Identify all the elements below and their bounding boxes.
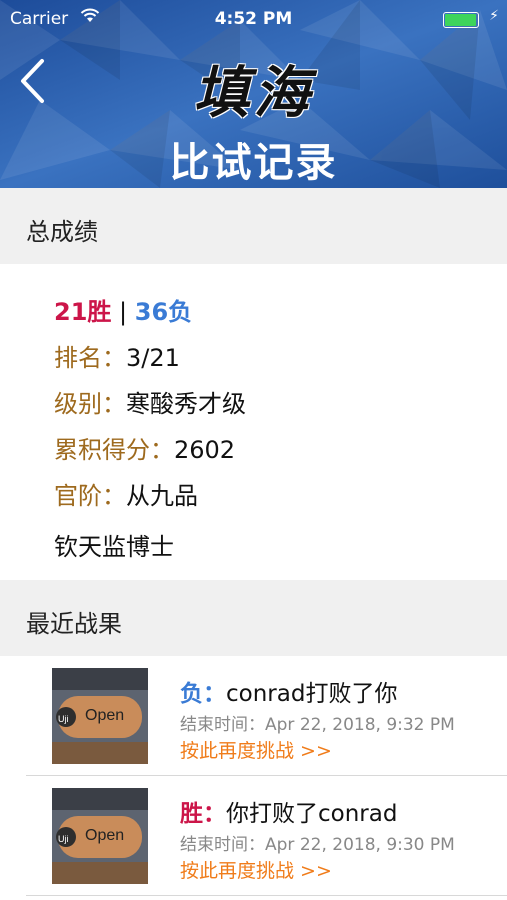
- losses-count: 36负: [134, 298, 193, 326]
- match-result: 负：conrad打败了你: [180, 681, 398, 707]
- grade-label: 官阶：: [54, 482, 126, 510]
- page-title: 比试记录: [169, 140, 338, 186]
- list-item[interactable]: Open Uji 胜：你打败了conrad 结束时间：Apr 22, 2018,…: [0, 776, 507, 896]
- score-row: 累积得分：2602: [54, 430, 235, 465]
- recent-section-header: 最近战果: [0, 580, 507, 656]
- level-row: 级别：寒酸秀才级: [54, 384, 246, 419]
- grade-row: 官阶：从九品: [54, 476, 198, 511]
- recent-heading: 最近战果: [26, 610, 122, 638]
- rechallenge-link[interactable]: 按此再度挑战 >>: [180, 856, 332, 883]
- end-time: 结束时间：Apr 22, 2018, 9:30 PM: [180, 835, 455, 855]
- record-separator: |: [111, 298, 135, 326]
- wins-count: 21胜: [54, 298, 112, 326]
- rank-value: 3/21: [126, 344, 180, 372]
- divider: [26, 895, 507, 896]
- list-item[interactable]: Open Uji 负：conrad打败了你 结束时间：Apr 22, 2018,…: [0, 656, 507, 776]
- level-label: 级别：: [54, 390, 126, 418]
- level-value: 寒酸秀才级: [126, 390, 246, 418]
- result-text: 你打败了conrad: [226, 801, 398, 827]
- charging-icon: ⚡: [489, 8, 499, 24]
- win-loss-record: 21胜 | 36负: [54, 292, 192, 327]
- thumbnail-sign-text: Open: [85, 827, 124, 844]
- rank-row: 排名：3/21: [54, 338, 180, 373]
- app-logo: 填海: [193, 60, 314, 126]
- official-title: 钦天监博士: [54, 533, 174, 561]
- rechallenge-link[interactable]: 按此再度挑战 >>: [180, 736, 332, 763]
- thumbnail-sign-text: Open: [85, 707, 124, 724]
- summary-section-header: 总成绩: [0, 188, 507, 264]
- score-value: 2602: [174, 436, 236, 464]
- battery-icon: [443, 12, 479, 28]
- opponent-thumbnail: Open Uji: [52, 668, 148, 764]
- clock: 4:52 PM: [214, 9, 293, 29]
- summary-heading: 总成绩: [26, 218, 98, 246]
- rank-label: 排名：: [54, 344, 126, 372]
- grade-value: 从九品: [126, 482, 198, 510]
- status-bar: Carrier 4:52 PM ⚡: [0, 0, 507, 36]
- end-time: 结束时间：Apr 22, 2018, 9:32 PM: [180, 715, 455, 735]
- nav-header: Carrier 4:52 PM ⚡ 填海 比试记录: [0, 0, 507, 188]
- result-text: conrad打败了你: [226, 681, 398, 707]
- thumbnail-brand-text: Uji: [58, 834, 69, 844]
- thumbnail-brand-text: Uji: [58, 714, 69, 724]
- result-badge: 负: [180, 681, 203, 707]
- score-label: 累积得分：: [54, 436, 174, 464]
- match-result: 胜：你打败了conrad: [180, 801, 398, 827]
- opponent-thumbnail: Open Uji: [52, 788, 148, 884]
- result-badge: 胜: [180, 801, 203, 827]
